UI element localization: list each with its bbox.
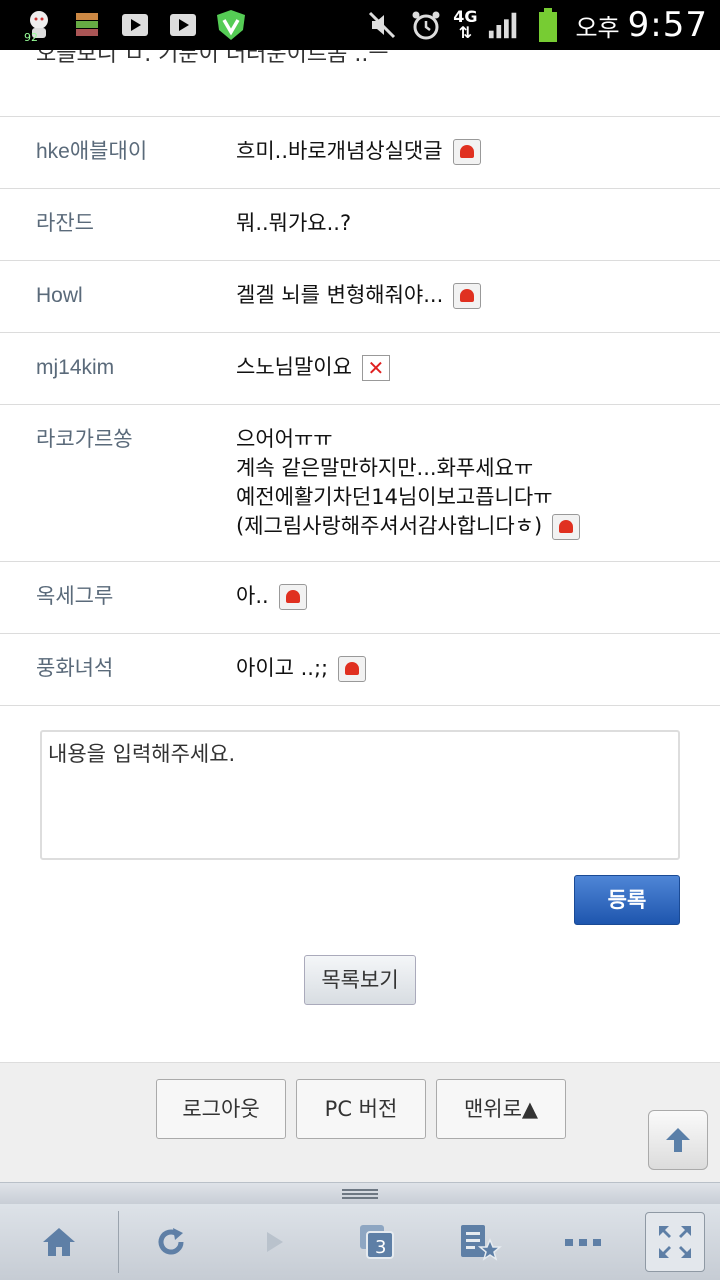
home-button[interactable] bbox=[0, 1204, 118, 1280]
comment-text: 스노님말이요 ✕ bbox=[200, 353, 720, 384]
comment-line-text: 계속 같은말만하지만...화푸세요ㅠ bbox=[236, 456, 534, 480]
comment-line-text: 아이고 ..;; bbox=[236, 656, 329, 680]
list-view-button[interactable]: 목록보기 bbox=[304, 955, 416, 1005]
clock: 9:57 bbox=[627, 5, 708, 45]
network-type: 4G ⇅ bbox=[453, 7, 478, 42]
comment-text: 겔겔 뇌를 변형해줘야... bbox=[200, 281, 720, 312]
more-dots-icon bbox=[564, 1239, 601, 1246]
comment-line: 예전에활기차던14님이보고픕니다ㅠ bbox=[236, 483, 700, 512]
home-icon bbox=[43, 1228, 75, 1256]
comment-author[interactable]: 풍화녀석 bbox=[0, 654, 200, 685]
bookmarks-button[interactable] bbox=[428, 1204, 531, 1280]
grip-icon bbox=[342, 1188, 378, 1199]
submit-button[interactable]: 등록 bbox=[574, 875, 680, 925]
report-siren-icon[interactable] bbox=[452, 139, 481, 165]
comment-line-text: 예전에활기차던14님이보고픕니다ㅠ bbox=[236, 485, 553, 509]
tabs-icon: 3 bbox=[359, 1225, 394, 1259]
svg-text:3: 3 bbox=[375, 1237, 386, 1258]
post-body-cutoff: 오늘보니 ㅁ. 기분이 더러운이르몸 ..ㅡ bbox=[36, 50, 389, 67]
comment-page: 오늘보니 ㅁ. 기분이 더러운이르몸 ..ㅡ hke애블대이 흐미..바로개념상실… bbox=[0, 50, 720, 1062]
comment-line: 겔겔 뇌를 변형해줘야... bbox=[236, 281, 700, 310]
reload-button[interactable] bbox=[119, 1204, 222, 1280]
comment-line: (제그림사랑해주셔서감사합니다ㅎ) bbox=[236, 512, 700, 541]
comment-text: 아이고 ..;; bbox=[200, 654, 720, 685]
fullscreen-button[interactable] bbox=[634, 1204, 715, 1280]
comment-row: 풍화녀석 아이고 ..;; bbox=[0, 634, 720, 706]
comment-author[interactable]: hke애블대이 bbox=[0, 137, 200, 168]
comment-author[interactable]: 옥세그루 bbox=[0, 582, 200, 613]
comment-line-text: 아.. bbox=[236, 584, 269, 608]
comment-row: hke애블대이 흐미..바로개념상실댓글 bbox=[0, 117, 720, 189]
arrow-up-icon bbox=[666, 1128, 690, 1152]
signal-icon bbox=[487, 8, 521, 42]
report-siren-icon[interactable] bbox=[278, 584, 307, 610]
comment-line-text: 겔겔 뇌를 변형해줘야... bbox=[236, 283, 444, 307]
comment-list: hke애블대이 흐미..바로개념상실댓글라잔드 뭐..뭐가요..? Howl 겔겔 뇌를… bbox=[0, 116, 720, 706]
comment-line: 뭐..뭐가요..? bbox=[236, 209, 700, 238]
comment-line-text: 흐미..바로개념상실댓글 bbox=[236, 139, 443, 163]
comment-row: 라잔드 뭐..뭐가요..? bbox=[0, 189, 720, 261]
alarm-icon bbox=[409, 8, 443, 42]
comment-row: Howl 겔겔 뇌를 변형해줘야... bbox=[0, 261, 720, 333]
play-store-icon bbox=[118, 8, 152, 42]
comment-row: 옥세그루 아.. bbox=[0, 562, 720, 634]
scroll-top-button[interactable] bbox=[648, 1110, 708, 1170]
comment-author[interactable]: 라코가르쏭 bbox=[0, 425, 200, 541]
comment-line-text: (제그림사랑해주셔서감사합니다ㅎ) bbox=[236, 514, 543, 538]
books-icon bbox=[70, 8, 104, 42]
comment-line-text: 스노님말이요 bbox=[236, 355, 352, 379]
report-siren-icon[interactable] bbox=[338, 656, 367, 682]
comment-line: 아.. bbox=[236, 582, 700, 611]
comment-line-text: 뭐..뭐가요..? bbox=[236, 211, 352, 235]
forward-icon bbox=[266, 1232, 283, 1252]
forward-button[interactable] bbox=[222, 1204, 325, 1280]
comment-row: mj14kim 스노님말이요 ✕ bbox=[0, 333, 720, 405]
fullscreen-icon bbox=[658, 1226, 691, 1258]
browser-toolbar: 3 bbox=[0, 1204, 720, 1280]
tabs-button[interactable]: 3 bbox=[325, 1204, 428, 1280]
reload-icon bbox=[158, 1228, 183, 1255]
comment-row: 라코가르쏭 으어어ㅠㅠ 계속 같은말만하지만...화푸세요ㅠ 예전에활기차던14님이보… bbox=[0, 405, 720, 562]
comment-line: 스노님말이요 ✕ bbox=[236, 353, 700, 382]
footer: 로그아웃 PC 버전 맨위로▲ bbox=[0, 1062, 720, 1182]
comment-line: 계속 같은말만하지만...화푸세요ㅠ bbox=[236, 454, 700, 483]
svg-text:92: 92 bbox=[24, 31, 38, 42]
battery-icon bbox=[531, 8, 565, 42]
report-siren-icon[interactable] bbox=[453, 283, 482, 309]
bookmark-star-icon bbox=[460, 1225, 502, 1261]
broken-image-icon[interactable]: ✕ bbox=[361, 355, 390, 381]
comment-text: 흐미..바로개념상실댓글 bbox=[200, 137, 720, 168]
comment-author[interactable]: Howl bbox=[0, 281, 200, 312]
status-bar: 92 4G ⇅ 오후 9:57 bbox=[0, 0, 720, 50]
more-button[interactable] bbox=[531, 1204, 634, 1280]
toolbar-handle[interactable] bbox=[0, 1182, 720, 1204]
mute-icon bbox=[365, 8, 399, 42]
comment-author[interactable]: 라잔드 bbox=[0, 209, 200, 240]
notification-avatar-icon: 92 bbox=[22, 8, 56, 42]
comment-line: 으어어ㅠㅠ bbox=[236, 425, 700, 454]
comment-line: 아이고 ..;; bbox=[236, 654, 700, 683]
play-store-icon-2 bbox=[166, 8, 200, 42]
shield-v-icon bbox=[214, 8, 248, 42]
comment-line: 흐미..바로개념상실댓글 bbox=[236, 137, 700, 166]
comment-line-text: 으어어ㅠㅠ bbox=[236, 427, 333, 451]
pc-version-button[interactable]: PC 버전 bbox=[296, 1079, 426, 1139]
logout-button[interactable]: 로그아웃 bbox=[156, 1079, 286, 1139]
comment-text: 으어어ㅠㅠ 계속 같은말만하지만...화푸세요ㅠ 예전에활기차던14님이보고픕니다ㅠ… bbox=[200, 425, 720, 541]
comment-author[interactable]: mj14kim bbox=[0, 353, 200, 384]
comment-input[interactable]: 내용을 입력해주세요. bbox=[40, 730, 680, 860]
comment-text: 뭐..뭐가요..? bbox=[200, 209, 720, 240]
am-pm: 오후 bbox=[575, 14, 620, 42]
report-siren-icon[interactable] bbox=[552, 514, 581, 540]
to-top-button[interactable]: 맨위로▲ bbox=[436, 1079, 566, 1139]
comment-text: 아.. bbox=[200, 582, 720, 613]
